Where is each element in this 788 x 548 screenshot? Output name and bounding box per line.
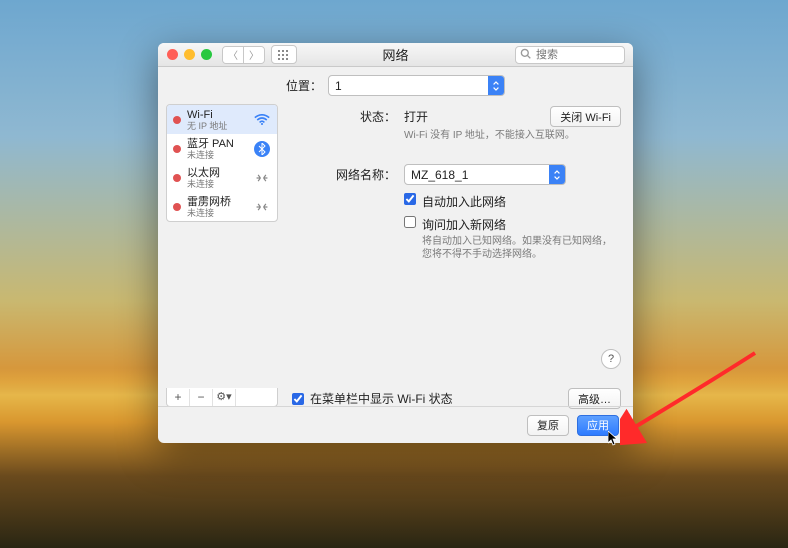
- auto-join-label: 自动加入此网络: [422, 193, 506, 210]
- sidebar-item-wifi[interactable]: Wi-Fi 无 IP 地址: [167, 105, 277, 134]
- network-preferences-window: 〈 〉 网络 位置： 1: [158, 43, 633, 443]
- show-status-checkbox[interactable]: [292, 393, 304, 405]
- ask-join-row: 询问加入新网络 将自动加入已知网络。如果没有已知网络，您将不得不手动选择网络。: [404, 216, 621, 261]
- status-dot-icon: [173, 116, 181, 124]
- network-name-select[interactable]: MZ_618_1: [404, 164, 566, 185]
- show-status-label: 在菜单栏中显示 Wi-Fi 状态: [310, 390, 453, 407]
- sidebar-footer: + − ⚙︎▾: [166, 388, 278, 407]
- detail-panel: 状态： 打开 关闭 Wi-Fi Wi-Fi 没有 IP 地址，不能接入互联网。 …: [278, 102, 633, 409]
- ask-join-checkbox[interactable]: [404, 216, 416, 228]
- location-value: 1: [329, 79, 488, 93]
- ethernet-icon: [253, 169, 271, 187]
- location-label: 位置：: [286, 77, 322, 94]
- status-value: 打开: [404, 108, 428, 125]
- help-button[interactable]: ?: [601, 349, 621, 369]
- remove-interface-button[interactable]: −: [190, 389, 213, 406]
- sidebar-item-thunderbolt-bridge[interactable]: 雷雳网桥 未连接: [167, 192, 277, 221]
- location-row: 位置： 1: [158, 67, 633, 102]
- titlebar: 〈 〉 网络: [158, 43, 633, 67]
- auto-join-row: 自动加入此网络: [404, 193, 621, 210]
- revert-button[interactable]: 复原: [527, 415, 569, 436]
- sidebar-item-sublabel: 未连接: [187, 150, 234, 160]
- interface-list: Wi-Fi 无 IP 地址 蓝牙 PAN 未连接: [167, 105, 277, 221]
- chevron-updown-icon: [488, 76, 504, 95]
- network-name-label: 网络名称：: [292, 164, 404, 185]
- sidebar-item-label: 雷雳网桥: [187, 196, 231, 208]
- chevron-updown-icon: [549, 165, 565, 184]
- mouse-cursor-icon: [608, 431, 620, 447]
- status-dot-icon: [173, 203, 181, 211]
- sidebar-item-label: Wi-Fi: [187, 109, 227, 121]
- sidebar-item-label: 以太网: [187, 167, 220, 179]
- search-input[interactable]: [534, 48, 620, 62]
- search-icon: [520, 48, 531, 62]
- auto-join-checkbox[interactable]: [404, 193, 416, 205]
- status-row: 状态： 打开 关闭 Wi-Fi Wi-Fi 没有 IP 地址，不能接入互联网。: [292, 106, 621, 142]
- body: Wi-Fi 无 IP 地址 蓝牙 PAN 未连接: [158, 102, 633, 409]
- search-field[interactable]: [515, 46, 625, 64]
- ask-join-note: 将自动加入已知网络。如果没有已知网络，您将不得不手动选择网络。: [422, 235, 621, 261]
- network-name-row: 网络名称： MZ_618_1: [292, 164, 621, 185]
- bluetooth-icon: [253, 140, 271, 158]
- bridge-icon: [253, 198, 271, 216]
- sidebar-item-label: 蓝牙 PAN: [187, 138, 234, 150]
- sidebar-item-bluetooth-pan[interactable]: 蓝牙 PAN 未连接: [167, 134, 277, 163]
- status-dot-icon: [173, 174, 181, 182]
- sidebar-item-sublabel: 未连接: [187, 179, 220, 189]
- interface-sidebar: Wi-Fi 无 IP 地址 蓝牙 PAN 未连接: [166, 104, 278, 222]
- annotation-arrow: [620, 348, 760, 448]
- status-note: Wi-Fi 没有 IP 地址，不能接入互联网。: [404, 129, 621, 142]
- footer: 复原 应用: [158, 406, 633, 443]
- sidebar-item-ethernet[interactable]: 以太网 未连接: [167, 163, 277, 192]
- network-name-value: MZ_618_1: [405, 168, 549, 182]
- wifi-icon: [253, 111, 271, 129]
- turn-off-wifi-button[interactable]: 关闭 Wi-Fi: [550, 106, 621, 127]
- ask-join-label: 询问加入新网络: [422, 216, 621, 233]
- sidebar-item-sublabel: 未连接: [187, 208, 231, 218]
- add-interface-button[interactable]: +: [167, 389, 190, 406]
- sidebar-item-sublabel: 无 IP 地址: [187, 121, 227, 131]
- status-label: 状态：: [292, 106, 404, 142]
- location-select[interactable]: 1: [328, 75, 505, 96]
- status-dot-icon: [173, 145, 181, 153]
- interface-actions-menu[interactable]: ⚙︎▾: [213, 389, 236, 406]
